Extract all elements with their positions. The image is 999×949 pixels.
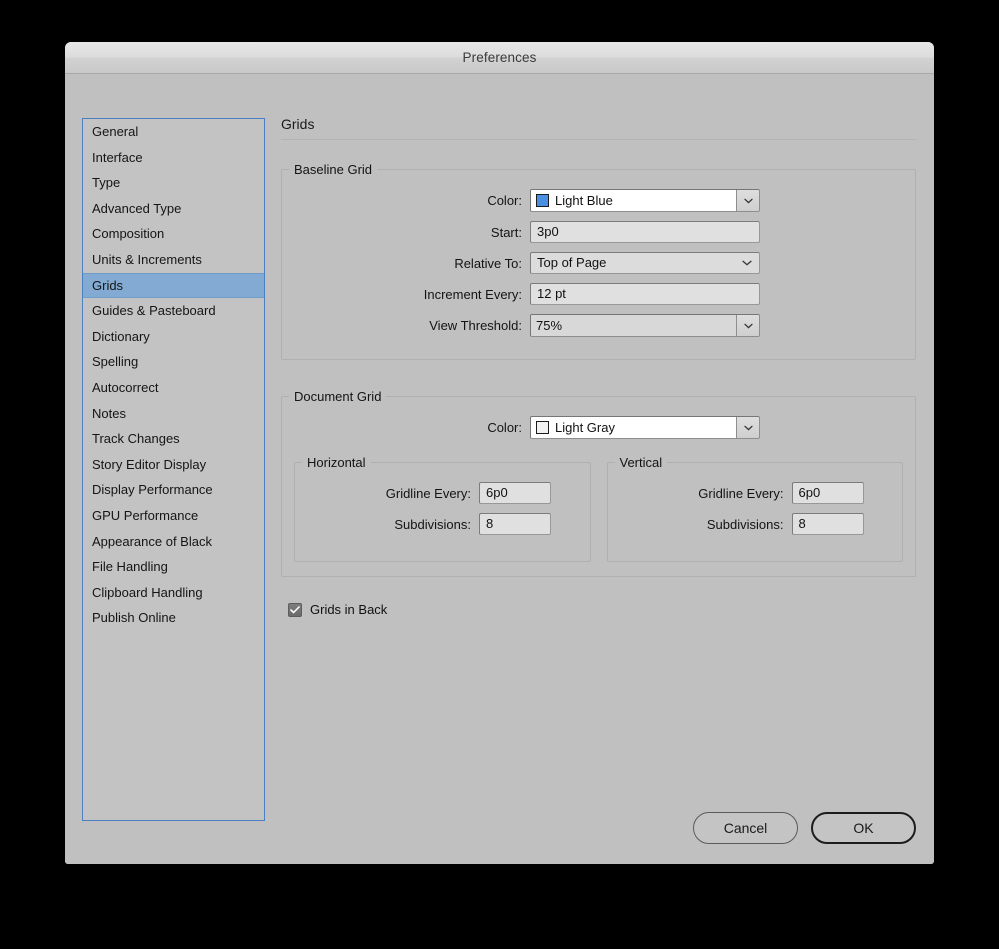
chevron-down-icon[interactable] (736, 417, 759, 438)
baseline-relative-row: Relative To: Top of Page (282, 252, 915, 274)
vertical-group: Vertical Gridline Every: 6p0 Subdivision… (606, 455, 903, 562)
sidebar-item-clipboard-handling[interactable]: Clipboard Handling (83, 580, 264, 606)
baseline-color-entry[interactable]: Light Blue (531, 190, 736, 211)
dialog-titlebar: Preferences (65, 42, 934, 74)
sidebar-item-composition[interactable]: Composition (83, 221, 264, 247)
grids-panel: Grids Baseline Grid Color: Light Blue St… (281, 116, 916, 617)
ok-button[interactable]: OK (811, 812, 916, 844)
vertical-subdivisions-label: Subdivisions: (706, 516, 784, 532)
grids-in-back-row[interactable]: Grids in Back (288, 602, 916, 617)
vertical-subdivisions-row: Subdivisions: 8 (608, 513, 903, 535)
grids-in-back-label: Grids in Back (310, 602, 388, 617)
baseline-relative-select[interactable]: Top of Page (530, 252, 760, 274)
preferences-category-list[interactable]: General Interface Type Advanced Type Com… (82, 118, 265, 821)
baseline-threshold-entry[interactable]: 75% (531, 315, 736, 336)
sidebar-item-type[interactable]: Type (83, 170, 264, 196)
sidebar-item-autocorrect[interactable]: Autocorrect (83, 375, 264, 401)
baseline-threshold-combo[interactable]: 75% (530, 314, 760, 337)
baseline-color-value: Light Blue (555, 193, 613, 208)
sidebar-item-track-changes[interactable]: Track Changes (83, 426, 264, 452)
vertical-legend: Vertical (619, 455, 663, 470)
sidebar-item-file-handling[interactable]: File Handling (83, 554, 264, 580)
baseline-relative-label: Relative To: (454, 255, 522, 271)
preferences-dialog: Preferences General Interface Type Advan… (65, 42, 934, 864)
document-color-entry[interactable]: Light Gray (531, 417, 736, 438)
vertical-gridline-label: Gridline Every: (698, 485, 784, 501)
baseline-grid-legend: Baseline Grid (294, 162, 373, 177)
baseline-start-row: Start: 3p0 (282, 221, 915, 243)
horizontal-gridline-input[interactable]: 6p0 (479, 482, 551, 504)
horizontal-legend: Horizontal (307, 455, 366, 470)
document-color-row: Color: Light Gray (282, 416, 915, 439)
horizontal-group: Horizontal Gridline Every: 6p0 Subdivisi… (294, 455, 591, 562)
document-color-combo[interactable]: Light Gray (530, 416, 760, 439)
sidebar-item-units-increments[interactable]: Units & Increments (83, 247, 264, 273)
baseline-threshold-label: View Threshold: (429, 318, 522, 333)
baseline-grid-group: Baseline Grid Color: Light Blue Start: 3… (281, 162, 916, 360)
dialog-body: General Interface Type Advanced Type Com… (65, 74, 934, 864)
horizontal-subdivisions-label: Subdivisions: (394, 516, 471, 532)
vertical-gridline-row: Gridline Every: 6p0 (608, 482, 903, 504)
chevron-down-icon (742, 253, 752, 273)
baseline-relative-value: Top of Page (537, 255, 607, 270)
color-swatch-icon (536, 194, 549, 207)
sidebar-item-advanced-type[interactable]: Advanced Type (83, 196, 264, 222)
document-grid-group: Document Grid Color: Light Gray Horizont… (281, 389, 916, 577)
sidebar-item-dictionary[interactable]: Dictionary (83, 324, 264, 350)
sidebar-item-notes[interactable]: Notes (83, 401, 264, 427)
sidebar-item-display-performance[interactable]: Display Performance (83, 477, 264, 503)
baseline-increment-input[interactable]: 12 pt (530, 283, 760, 305)
document-color-label: Color: (487, 420, 522, 435)
sidebar-item-interface[interactable]: Interface (83, 145, 264, 171)
grids-in-back-checkbox[interactable] (288, 602, 302, 617)
sidebar-item-grids[interactable]: Grids (83, 272, 264, 299)
sidebar-item-gpu-performance[interactable]: GPU Performance (83, 503, 264, 529)
chevron-down-icon[interactable] (736, 190, 759, 211)
sidebar-item-general[interactable]: General (83, 119, 264, 145)
baseline-increment-row: Increment Every: 12 pt (282, 283, 915, 305)
baseline-start-label: Start: (490, 224, 522, 240)
document-grid-legend: Document Grid (294, 389, 382, 404)
dialog-title: Preferences (462, 50, 537, 65)
baseline-color-label: Color: (487, 193, 522, 208)
horizontal-gridline-row: Gridline Every: 6p0 (295, 482, 590, 504)
baseline-color-combo[interactable]: Light Blue (530, 189, 760, 212)
color-swatch-icon (536, 421, 549, 434)
baseline-threshold-row: View Threshold: 75% (282, 314, 915, 337)
sidebar-item-publish-online[interactable]: Publish Online (83, 605, 264, 631)
vertical-gridline-input[interactable]: 6p0 (791, 482, 864, 504)
document-grid-axes: Horizontal Gridline Every: 6p0 Subdivisi… (294, 455, 903, 562)
sidebar-item-story-editor-display[interactable]: Story Editor Display (83, 452, 264, 478)
sidebar-item-guides-pasteboard[interactable]: Guides & Pasteboard (83, 298, 264, 324)
page-title: Grids (281, 116, 916, 140)
cancel-button[interactable]: Cancel (693, 812, 798, 844)
horizontal-subdivisions-row: Subdivisions: 8 (295, 513, 590, 535)
horizontal-gridline-label: Gridline Every: (385, 485, 471, 501)
chevron-down-icon[interactable] (736, 315, 759, 336)
baseline-color-row: Color: Light Blue (282, 189, 915, 212)
baseline-increment-label: Increment Every: (423, 286, 522, 302)
sidebar-item-spelling[interactable]: Spelling (83, 349, 264, 375)
sidebar-item-appearance-of-black[interactable]: Appearance of Black (83, 529, 264, 555)
checkmark-icon (290, 605, 300, 613)
document-color-value: Light Gray (555, 420, 615, 435)
baseline-start-input[interactable]: 3p0 (530, 221, 760, 243)
dialog-footer: Cancel OK (693, 812, 916, 844)
vertical-subdivisions-input[interactable]: 8 (791, 513, 864, 535)
horizontal-subdivisions-input[interactable]: 8 (479, 513, 551, 535)
